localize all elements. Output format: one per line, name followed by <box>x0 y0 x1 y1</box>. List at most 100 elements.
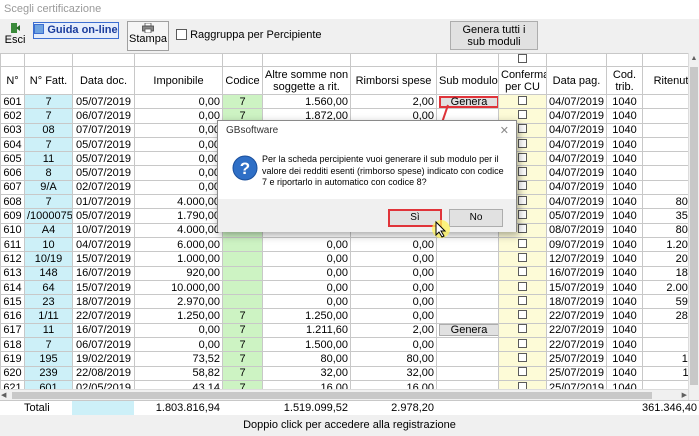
table-row[interactable]: 617 11 16/07/2019 0,00 7 1.211,60 2,00 Genera 22… <box>0 322 688 339</box>
cell-cod-trib[interactable]: 1040 <box>606 136 643 153</box>
cell-codice[interactable] <box>222 279 263 296</box>
col-ritenute[interactable]: Ritenut <box>642 66 688 95</box>
cell-n[interactable]: 603 <box>0 122 25 138</box>
cell-n[interactable]: 620 <box>0 365 25 381</box>
cell-nfatt[interactable]: 8 <box>24 165 73 181</box>
cell-ritenute[interactable]: 200, <box>642 251 688 267</box>
cell-ritenute[interactable]: 0, <box>642 136 688 153</box>
cell-nfatt[interactable]: 7 <box>24 194 73 210</box>
table-row[interactable]: 601 7 05/07/2019 0,00 7 1.560,00 2,00 Genera 04/… <box>0 93 688 110</box>
cell-data-doc[interactable]: 19/02/2019 <box>72 351 135 367</box>
cell-codice[interactable]: 7 <box>222 365 263 381</box>
cell-ritenute[interactable]: 0, <box>642 122 688 138</box>
cell-nfatt[interactable]: 11 <box>24 322 73 339</box>
cell-codice[interactable]: 7 <box>222 337 263 353</box>
cell-altre[interactable]: 1.560,00 <box>262 93 351 110</box>
guida-online-button[interactable]: Guida on-line <box>33 22 119 39</box>
cell-data-doc[interactable]: 22/07/2019 <box>72 308 135 324</box>
cell-cod-trib[interactable]: 1040 <box>606 279 643 296</box>
cell-cod-trib[interactable]: 1040 <box>606 122 643 138</box>
cell-ritenute[interactable]: 0, <box>642 151 688 167</box>
cell-altre[interactable]: 1.211,60 <box>262 322 351 339</box>
cell-imponibile[interactable]: 73,52 <box>134 351 223 367</box>
cell-data-pag[interactable]: 04/07/2019 <box>546 179 607 196</box>
conferma-checkbox[interactable] <box>518 281 527 291</box>
cell-rimborsi[interactable]: 0,00 <box>350 265 437 281</box>
cell-altre[interactable]: 0,00 <box>262 265 351 281</box>
conferma-checkbox[interactable] <box>518 210 527 220</box>
cell-codice[interactable]: 7 <box>222 308 263 324</box>
cell-cod-trib[interactable]: 1040 <box>606 208 643 224</box>
cell-data-pag[interactable]: 15/07/2019 <box>546 279 607 296</box>
vertical-scroll-thumb[interactable] <box>690 67 698 385</box>
cell-conferma[interactable] <box>498 308 547 324</box>
cell-rimborsi[interactable]: 0,00 <box>350 236 437 253</box>
conferma-checkbox[interactable] <box>518 310 527 320</box>
cell-rimborsi[interactable]: 2,00 <box>350 322 437 339</box>
cell-imponibile[interactable]: 0,00 <box>134 165 223 181</box>
cell-data-doc[interactable]: 07/07/2019 <box>72 122 135 138</box>
cell-rimborsi[interactable]: 0,00 <box>350 279 437 296</box>
cell-data-doc[interactable]: 04/07/2019 <box>72 236 135 253</box>
cell-rimborsi[interactable]: 80,00 <box>350 351 437 367</box>
cell-data-pag[interactable]: 04/07/2019 <box>546 122 607 138</box>
cell-ritenute[interactable]: 184, <box>642 265 688 281</box>
cell-nfatt[interactable]: 7 <box>24 108 73 124</box>
cell-data-doc[interactable]: 22/08/2019 <box>72 365 135 381</box>
cell-conferma[interactable] <box>498 236 547 253</box>
cell-data-pag[interactable]: 04/07/2019 <box>546 136 607 153</box>
table-row[interactable]: 619 195 19/02/2019 73,52 7 80,00 80,00 25/07/20… <box>0 351 688 367</box>
cell-altre[interactable]: 0,00 <box>262 251 351 267</box>
table-row[interactable]: 613 148 16/07/2019 920,00 0,00 0,00 16/07/2019… <box>0 265 688 281</box>
col-altre-somme[interactable]: Altre somme non soggette a rit. <box>262 66 351 95</box>
cell-cod-trib[interactable]: 1040 <box>606 294 643 310</box>
stampa-button[interactable]: Stampa <box>127 21 169 51</box>
cell-data-pag[interactable]: 04/07/2019 <box>546 108 607 124</box>
col-data-pag[interactable]: Data pag. <box>546 66 607 95</box>
cell-data-pag[interactable]: 08/07/2019 <box>546 222 607 238</box>
cell-sub-modulo[interactable] <box>436 351 499 367</box>
cell-nfatt[interactable]: 11 <box>24 151 73 167</box>
cell-codice[interactable] <box>222 251 263 267</box>
cell-ritenute[interactable]: 11, <box>642 365 688 381</box>
cell-imponibile[interactable]: 6.000,00 <box>134 236 223 253</box>
cell-n[interactable]: 601 <box>0 93 25 110</box>
cell-data-doc[interactable]: 05/07/2019 <box>72 151 135 167</box>
table-row[interactable]: 618 7 06/07/2019 0,00 7 1.500,00 0,00 22/07/201… <box>0 337 688 353</box>
cell-ritenute[interactable]: 800, <box>642 194 688 210</box>
cell-n[interactable]: 614 <box>0 279 25 296</box>
select-all-checkbox-cell[interactable] <box>498 53 547 67</box>
cell-imponibile[interactable]: 1.790,00 <box>134 208 223 224</box>
cell-sub-modulo[interactable] <box>436 251 499 267</box>
cell-nfatt[interactable]: 23 <box>24 294 73 310</box>
cell-data-pag[interactable]: 16/07/2019 <box>546 265 607 281</box>
conferma-checkbox[interactable] <box>518 224 527 234</box>
cell-conferma[interactable] <box>498 279 547 296</box>
cell-data-pag[interactable]: 05/07/2019 <box>546 208 607 224</box>
cell-n[interactable]: 606 <box>0 165 25 181</box>
cell-imponibile[interactable]: 920,00 <box>134 265 223 281</box>
cell-n[interactable]: 608 <box>0 194 25 210</box>
cell-data-pag[interactable]: 25/07/2019 <box>546 365 607 381</box>
conferma-checkbox[interactable] <box>518 352 527 362</box>
cell-imponibile[interactable]: 10.000,00 <box>134 279 223 296</box>
cell-imponibile[interactable]: 0,00 <box>134 322 223 339</box>
cell-cod-trib[interactable]: 1040 <box>606 165 643 181</box>
cell-data-pag[interactable]: 22/07/2019 <box>546 322 607 339</box>
cell-data-pag[interactable]: 12/07/2019 <box>546 251 607 267</box>
cell-imponibile[interactable]: 4.000,00 <box>134 222 223 238</box>
raggruppa-checkbox-box[interactable] <box>176 29 187 40</box>
col-rimborsi[interactable]: Rimborsi spese <box>350 66 437 95</box>
cell-n[interactable]: 618 <box>0 337 25 353</box>
cell-imponibile[interactable]: 0,00 <box>134 93 223 110</box>
conferma-checkbox[interactable] <box>518 181 527 191</box>
cell-n[interactable]: 610 <box>0 222 25 238</box>
cell-imponibile[interactable]: 2.970,00 <box>134 294 223 310</box>
cell-n[interactable]: 615 <box>0 294 25 310</box>
cell-rimborsi[interactable]: 0,00 <box>350 294 437 310</box>
horizontal-scrollbar[interactable]: ◀ ▶ <box>0 389 688 400</box>
conferma-checkbox[interactable] <box>518 195 527 205</box>
cell-codice[interactable] <box>222 265 263 281</box>
col-imponibile[interactable]: Imponibile <box>134 66 223 95</box>
cell-rimborsi[interactable]: 32,00 <box>350 365 437 381</box>
